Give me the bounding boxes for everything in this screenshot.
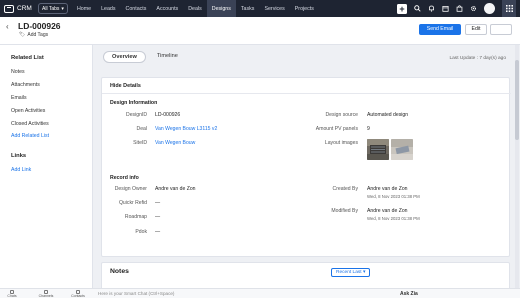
module-tabs: Home Leads Contacts Accounts Deals Desig…: [72, 0, 319, 17]
tag-icon: 🏷: [19, 32, 26, 38]
siteid-label: SiteID: [133, 140, 147, 146]
nav-home[interactable]: Home: [72, 0, 96, 17]
pv-panels-value: 9: [367, 126, 370, 132]
create-plus-icon[interactable]: +: [397, 3, 407, 14]
quickrefid-value: —: [155, 200, 161, 206]
layout-image-1[interactable]: [367, 139, 389, 160]
add-related-list-link[interactable]: Add Related List: [11, 133, 49, 139]
sidebar-item-closed-activities[interactable]: Closed Activities: [11, 121, 49, 127]
details-card: Hide Details Design Information DesignID…: [101, 77, 511, 257]
back-arrow-icon[interactable]: ‹: [6, 22, 9, 31]
related-list-heading: Related List: [11, 55, 44, 61]
channels-button[interactable]: Channels: [36, 290, 56, 298]
edit-button[interactable]: Edit: [465, 24, 487, 35]
design-source-value: Automated design: [367, 112, 409, 118]
divider: [102, 93, 511, 94]
last-update-text: Last Update : 7 day(s) ago: [449, 56, 506, 61]
design-owner-value: Andre van de Zon: [155, 186, 196, 192]
more-actions-button[interactable]: [490, 24, 512, 35]
all-tabs-dropdown[interactable]: All Tabs ▾: [38, 3, 68, 14]
app-name: CRM: [17, 5, 32, 12]
created-by-value: Andre van de Zon: [367, 186, 408, 192]
chevron-down-icon: ▾: [61, 5, 64, 12]
record-tabs: Overview Timeline: [103, 51, 186, 63]
crm-logo[interactable]: CRM: [0, 4, 38, 13]
gear-icon[interactable]: [470, 5, 477, 12]
designid-value: LD-000926: [155, 112, 181, 118]
chats-label: Chats: [7, 294, 17, 298]
related-list-sidebar: Related List Notes Attachments Emails Op…: [0, 45, 93, 288]
add-tags-label: Add Tags: [27, 32, 49, 38]
sidebar-item-open-activities[interactable]: Open Activities: [11, 108, 45, 114]
deal-label: Deal: [136, 126, 147, 132]
calendar-icon[interactable]: [442, 5, 449, 12]
modified-by-label: Modified By: [331, 208, 358, 214]
record-info-heading: Record info: [110, 175, 139, 181]
user-avatar[interactable]: [484, 3, 495, 14]
roadmap-label: Roadmap: [124, 214, 147, 220]
all-tabs-label: All Tabs: [42, 5, 60, 12]
tab-timeline[interactable]: Timeline: [149, 51, 186, 63]
recent-last-dropdown[interactable]: Recent Last ▾: [331, 268, 371, 277]
bottom-chat-bar: Chats Channels Contacts Here is your Sma…: [0, 288, 520, 298]
sidebar-item-emails[interactable]: Emails: [11, 95, 27, 101]
pv-panels-label: Amount PV panels: [315, 126, 358, 132]
roadmap-value: —: [155, 214, 161, 220]
record-header: ‹ LD-000926 🏷 Add Tags Send Email Edit: [0, 17, 520, 45]
nav-services[interactable]: Services: [259, 0, 289, 17]
nav-actions: +: [397, 0, 520, 17]
created-at-timestamp: Wed, 8 Nov 2023 01:38 PM: [367, 194, 420, 199]
apps-grid-icon[interactable]: [502, 0, 516, 17]
nav-tasks[interactable]: Tasks: [236, 0, 260, 17]
nav-projects[interactable]: Projects: [290, 0, 319, 17]
created-by-label: Created By: [332, 186, 358, 192]
tab-overview[interactable]: Overview: [103, 51, 146, 63]
record-title: LD-000926: [18, 21, 61, 31]
nav-contacts[interactable]: Contacts: [121, 0, 152, 17]
crm-logo-icon: [4, 4, 14, 13]
send-email-button[interactable]: Send Email: [419, 24, 461, 35]
chevron-down-icon: ▾: [362, 270, 366, 275]
ask-zia-button[interactable]: Ask Zia: [400, 291, 418, 297]
design-information-heading: Design Information: [110, 100, 158, 106]
modified-by-value: Andre van de Zon: [367, 208, 408, 214]
nav-leads[interactable]: Leads: [96, 0, 120, 17]
sidebar-item-attachments[interactable]: Attachments: [11, 82, 40, 88]
nav-deals[interactable]: Deals: [183, 0, 207, 17]
layout-images-label: Layout images: [324, 140, 358, 146]
sidebar-item-notes[interactable]: Notes: [11, 69, 25, 75]
recent-last-label: Recent Last: [336, 270, 362, 275]
bell-icon[interactable]: [428, 5, 435, 12]
add-tags-button[interactable]: 🏷 Add Tags: [19, 32, 48, 38]
chats-button[interactable]: Chats: [2, 290, 22, 298]
deal-link[interactable]: Van Wegen Bouw L3115 v2: [155, 126, 217, 132]
add-link-link[interactable]: Add Link: [11, 167, 31, 173]
siteid-link[interactable]: Van Wegen Bouw: [155, 140, 195, 146]
designid-label: DesignID: [126, 112, 147, 118]
search-icon[interactable]: [414, 5, 421, 12]
links-heading: Links: [11, 153, 27, 159]
pdok-value: —: [155, 229, 161, 235]
quickrefid-label: Quickr Refid: [118, 200, 147, 206]
nav-accounts[interactable]: Accounts: [151, 0, 183, 17]
hide-details-toggle[interactable]: Hide Details: [110, 83, 141, 89]
nav-designs[interactable]: Designs: [206, 0, 236, 17]
modified-at-timestamp: Wed, 8 Nov 2023 01:38 PM: [367, 216, 420, 221]
pdok-label: Pdok: [135, 229, 147, 235]
layout-image-2[interactable]: [391, 139, 413, 160]
channels-label: Channels: [38, 294, 54, 298]
design-owner-label: Design Owner: [114, 186, 147, 192]
notes-heading: Notes: [110, 268, 129, 275]
contacts-label: Contacts: [71, 294, 85, 298]
design-source-label: Design source: [325, 112, 358, 118]
marketplace-icon[interactable]: [456, 5, 463, 12]
contacts-button[interactable]: Contacts: [68, 290, 88, 298]
scrollbar-thumb[interactable]: [515, 60, 519, 140]
top-navigation: CRM All Tabs ▾ Home Leads Contacts Accou…: [0, 0, 520, 17]
smart-chat-input[interactable]: Here is your Smart Chat (Ctrl+Space): [98, 291, 174, 296]
